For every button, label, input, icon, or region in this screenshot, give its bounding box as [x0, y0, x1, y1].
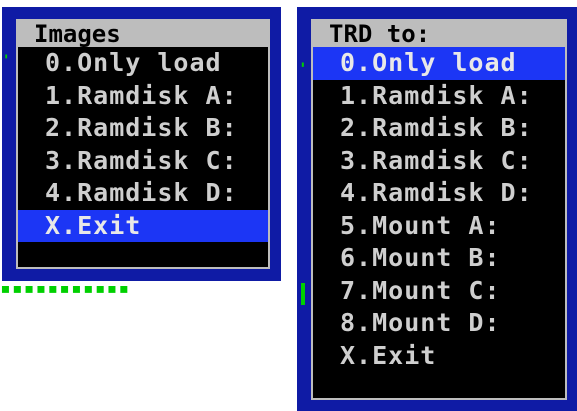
background-green-bar	[301, 283, 305, 305]
trd-menu-box: TRD to: 0.Only load 1.Ramdisk A: 2.Ramdi…	[311, 19, 567, 400]
trd-menu-item-mount-b[interactable]: 6.Mount B:	[313, 242, 565, 275]
trd-menu-panel: TRD to: 0.Only load 1.Ramdisk A: 2.Ramdi…	[297, 7, 577, 411]
trd-menu-item-mount-c[interactable]: 7.Mount C:	[313, 275, 565, 308]
trd-menu-list: 0.Only load 1.Ramdisk A: 2.Ramdisk B: 3.…	[313, 47, 565, 372]
trd-menu-item-exit[interactable]: X.Exit	[313, 340, 565, 373]
images-menu-item-exit[interactable]: X.Exit	[18, 209, 268, 242]
images-menu-item-ramdisk-d[interactable]: 4.Ramdisk D:	[18, 177, 268, 210]
trd-menu-item-ramdisk-a[interactable]: 1.Ramdisk A:	[313, 80, 565, 113]
images-menu-box: Images 0.Only load 1.Ramdisk A: 2.Ramdis…	[16, 19, 270, 269]
images-menu-item-ramdisk-b[interactable]: 2.Ramdisk B:	[18, 112, 268, 145]
images-menu-panel: Images 0.Only load 1.Ramdisk A: 2.Ramdis…	[2, 7, 281, 281]
background-green-fragment-right: '	[298, 59, 308, 78]
trd-menu-title: TRD to:	[313, 21, 565, 47]
trd-menu-item-mount-a[interactable]: 5.Mount A:	[313, 210, 565, 243]
images-menu-list: 0.Only load 1.Ramdisk A: 2.Ramdisk B: 3.…	[18, 47, 268, 242]
trd-menu-item-mount-d[interactable]: 8.Mount D:	[313, 307, 565, 340]
trd-menu-item-ramdisk-b[interactable]: 2.Ramdisk B:	[313, 112, 565, 145]
images-menu-item-ramdisk-c[interactable]: 3.Ramdisk C:	[18, 145, 268, 178]
images-menu-item-ramdisk-a[interactable]: 1.Ramdisk A:	[18, 80, 268, 113]
images-menu-item-only-load[interactable]: 0.Only load	[18, 47, 268, 80]
images-menu-title: Images	[18, 21, 268, 47]
background-green-fragment-left: '	[2, 53, 11, 69]
trd-menu-item-only-load[interactable]: 0.Only load	[313, 47, 565, 80]
background-green-strip: ▪▪▪▪▪▪▪▪▪▪▪	[0, 278, 131, 299]
trd-menu-item-ramdisk-d[interactable]: 4.Ramdisk D:	[313, 177, 565, 210]
trd-menu-item-ramdisk-c[interactable]: 3.Ramdisk C:	[313, 145, 565, 178]
